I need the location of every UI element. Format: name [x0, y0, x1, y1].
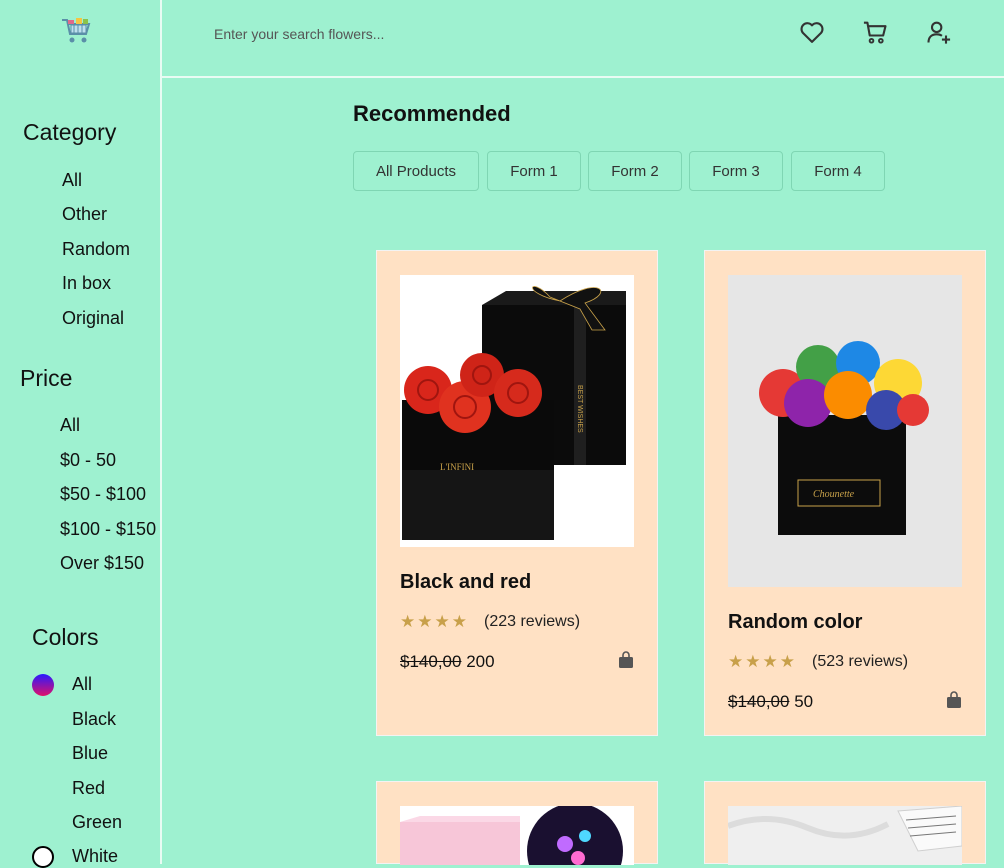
category-option-all[interactable]: All	[62, 170, 82, 191]
user-add-icon[interactable]	[925, 18, 953, 46]
filter-form-4-button[interactable]: Form 4	[791, 151, 885, 191]
shopping-bag-icon[interactable]	[617, 651, 635, 669]
product-card[interactable]	[376, 781, 658, 865]
product-title[interactable]: Random color	[728, 611, 862, 634]
product-title[interactable]: Black and red	[400, 571, 531, 594]
top-bar	[162, 0, 1004, 78]
color-option-all[interactable]: All	[72, 674, 92, 695]
product-image-black-and-red[interactable]: BEST WISHES L'INFINI	[400, 275, 634, 547]
product-image[interactable]	[728, 806, 962, 865]
sidebar: Category All Other Random In box Origina…	[0, 0, 162, 868]
heart-icon[interactable]	[798, 18, 826, 46]
price-option-100-150[interactable]: $100 - $150	[60, 519, 156, 540]
product-image[interactable]	[400, 806, 634, 865]
rating-stars-icon: ★★★★	[400, 612, 469, 631]
product-card[interactable]	[704, 781, 986, 865]
shopping-bag-icon[interactable]	[945, 691, 963, 709]
svg-text:L'INFINI: L'INFINI	[440, 462, 474, 472]
price-option-all[interactable]: All	[60, 415, 80, 436]
old-price: $140,00	[728, 692, 790, 711]
color-option-blue[interactable]: Blue	[72, 743, 108, 764]
filter-form-2-button[interactable]: Form 2	[588, 151, 682, 191]
price-title: Price	[20, 365, 73, 391]
filter-all-products-button[interactable]: All Products	[353, 151, 479, 191]
svg-text:Chounette: Chounette	[813, 489, 855, 500]
category-option-other[interactable]: Other	[62, 204, 107, 225]
review-count: (223 reviews)	[484, 613, 581, 630]
color-option-red[interactable]: Red	[72, 778, 105, 799]
search-input[interactable]	[212, 18, 656, 50]
product-image-random-color[interactable]: Chounette	[728, 275, 962, 587]
current-price: 200	[466, 652, 495, 671]
recommended-heading: Recommended	[353, 101, 511, 126]
svg-text:BEST WISHES: BEST WISHES	[576, 385, 583, 433]
product-card[interactable]: BEST WISHES L'INFINI Black and red ★★★★ …	[376, 250, 658, 736]
review-count: (523 reviews)	[812, 653, 909, 670]
price-option-over-150[interactable]: Over $150	[60, 553, 144, 574]
color-option-green[interactable]: Green	[72, 812, 122, 833]
cart-logo-icon[interactable]	[60, 16, 92, 46]
filter-form-3-button[interactable]: Form 3	[689, 151, 783, 191]
product-card[interactable]: Chounette Random color ★★★★ (523 reviews…	[704, 250, 986, 736]
price-option-0-50[interactable]: $0 - 50	[60, 450, 116, 471]
color-swatch-white[interactable]	[32, 846, 54, 868]
colors-title: Colors	[32, 624, 99, 650]
category-option-in-box[interactable]: In box	[62, 273, 111, 294]
category-option-random[interactable]: Random	[62, 239, 130, 260]
product-price: $140,00 200	[400, 652, 495, 672]
filter-form-1-button[interactable]: Form 1	[487, 151, 581, 191]
cart-icon[interactable]	[861, 18, 889, 46]
category-title: Category	[23, 119, 117, 145]
old-price: $140,00	[400, 652, 462, 671]
price-option-50-100[interactable]: $50 - $100	[60, 484, 146, 505]
color-swatch-all[interactable]	[32, 674, 54, 696]
product-price: $140,00 50	[728, 692, 813, 712]
current-price: 50	[794, 692, 814, 711]
rating-stars-icon: ★★★★	[728, 652, 797, 671]
category-option-original[interactable]: Original	[62, 308, 124, 329]
color-option-black[interactable]: Black	[72, 709, 116, 730]
